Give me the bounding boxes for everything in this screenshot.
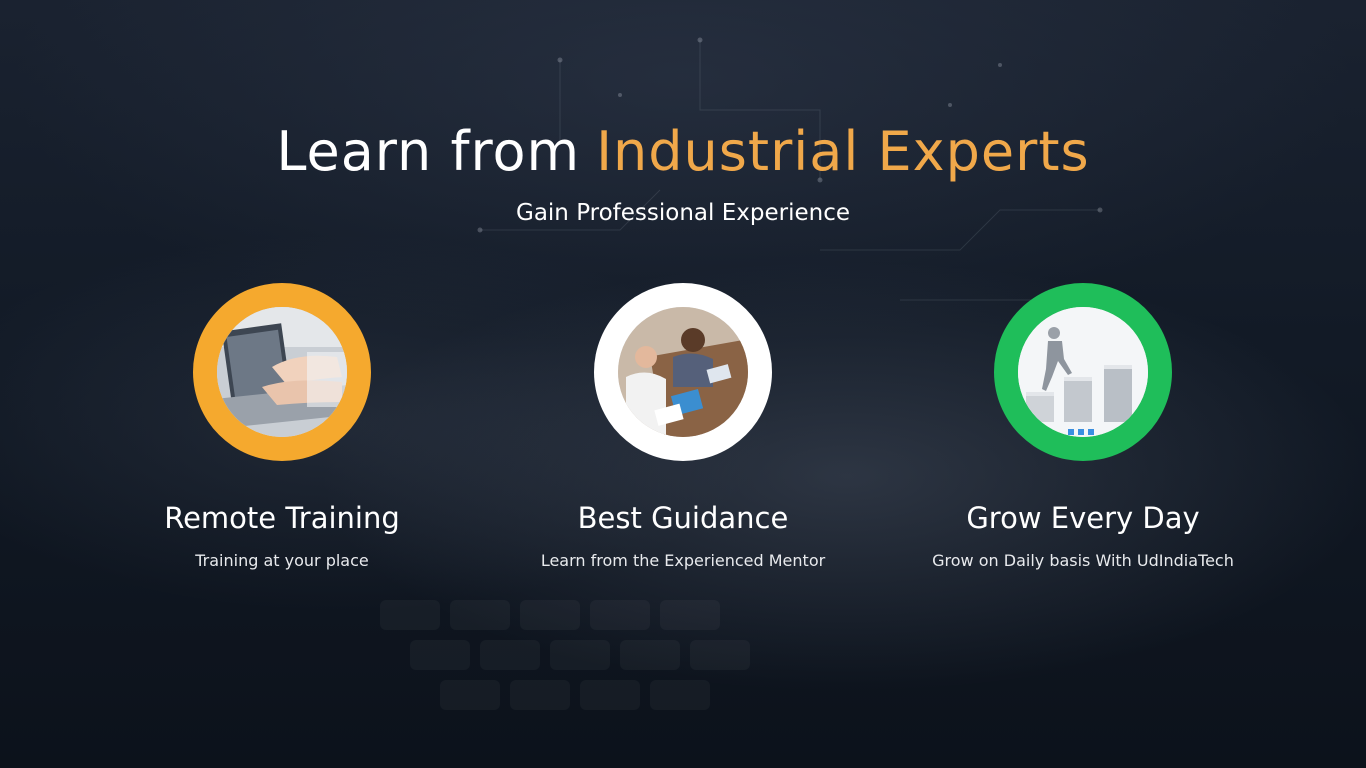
feature-image-ring	[994, 283, 1172, 461]
page-subtitle: Gain Professional Experience	[516, 200, 850, 226]
climbing-steps-photo	[1018, 307, 1148, 437]
feature-best-guidance: Best Guidance Learn from the Experienced…	[473, 283, 893, 571]
feature-title: Grow Every Day	[966, 501, 1200, 535]
typing-laptop-photo	[217, 307, 347, 437]
feature-title: Remote Training	[164, 501, 400, 535]
feature-description: Grow on Daily basis With UdIndiaTech	[932, 551, 1234, 570]
title-part-accent: Industrial Experts	[596, 120, 1090, 183]
feature-remote-training: Remote Training Training at your place	[72, 283, 492, 571]
mentoring-desk-photo	[618, 307, 748, 437]
feature-description: Training at your place	[195, 551, 369, 570]
feature-image-ring	[594, 283, 772, 461]
title-part-plain: Learn from	[276, 120, 581, 183]
feature-description: Learn from the Experienced Mentor	[540, 551, 826, 570]
feature-image-ring	[193, 283, 371, 461]
feature-title: Best Guidance	[577, 501, 789, 535]
page-title: Learn from Industrial Experts	[0, 120, 1366, 183]
feature-grow-every-day: Grow Every Day Grow on Daily basis With …	[873, 283, 1293, 571]
